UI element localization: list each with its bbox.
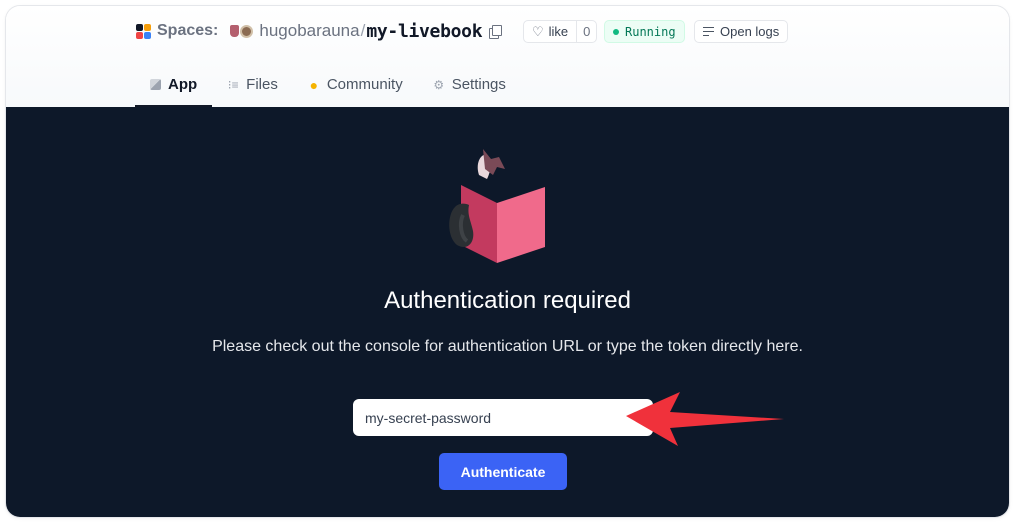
tab-label: Files: [246, 76, 278, 93]
breadcrumb: Spaces: hugobarauna / my-livebook: [136, 20, 503, 42]
status-dot-icon: [613, 28, 619, 35]
repo-name-link[interactable]: my-livebook: [366, 21, 482, 42]
space-tabs: App ⁝≡ Files ● Community ⚙ Settings: [135, 62, 521, 107]
hands-icon: ●: [309, 76, 319, 93]
open-logs-button[interactable]: Open logs: [694, 20, 789, 43]
tab-label: Community: [326, 76, 403, 93]
open-logs-label: Open logs: [720, 24, 780, 39]
status-badge: Running: [604, 20, 685, 43]
tab-label: App: [168, 76, 198, 93]
auth-description: Please check out the console for authent…: [212, 338, 803, 355]
spaces-link[interactable]: Spaces:: [157, 22, 218, 40]
owner-avatar: [230, 24, 254, 38]
livebook-logo-icon: [449, 149, 545, 263]
tab-label: Settings: [451, 76, 506, 93]
like-label: like: [548, 24, 569, 39]
tab-settings[interactable]: ⚙ Settings: [418, 62, 521, 107]
like-main: ♡ like: [524, 21, 576, 42]
authenticate-button[interactable]: Authenticate: [439, 453, 567, 490]
copy-icon[interactable]: [489, 24, 503, 39]
space-header: Spaces: hugobarauna / my-livebook ♡ like…: [6, 6, 1009, 107]
cube-icon: [150, 79, 161, 90]
spaces-logo-icon: [136, 23, 151, 39]
token-input[interactable]: [353, 399, 653, 436]
owner-link[interactable]: hugobarauna: [259, 21, 359, 41]
status-label: Running: [625, 24, 676, 39]
tab-app[interactable]: App: [135, 62, 213, 107]
gear-icon: ⚙: [433, 77, 445, 92]
heart-icon: ♡: [532, 24, 544, 39]
app-panel: Authentication required Please check out…: [6, 107, 1009, 517]
logs-icon: [703, 27, 714, 37]
breadcrumb-separator: /: [360, 21, 366, 40]
tab-community[interactable]: ● Community: [293, 62, 418, 107]
like-count: 0: [576, 21, 596, 42]
auth-title: Authentication required: [384, 287, 631, 314]
files-icon: ⁝≡: [227, 77, 239, 92]
browser-frame: Spaces: hugobarauna / my-livebook ♡ like…: [6, 6, 1009, 517]
tab-files[interactable]: ⁝≡ Files: [212, 62, 293, 107]
like-button[interactable]: ♡ like 0: [523, 20, 598, 43]
annotation-arrow-icon: [626, 392, 784, 446]
